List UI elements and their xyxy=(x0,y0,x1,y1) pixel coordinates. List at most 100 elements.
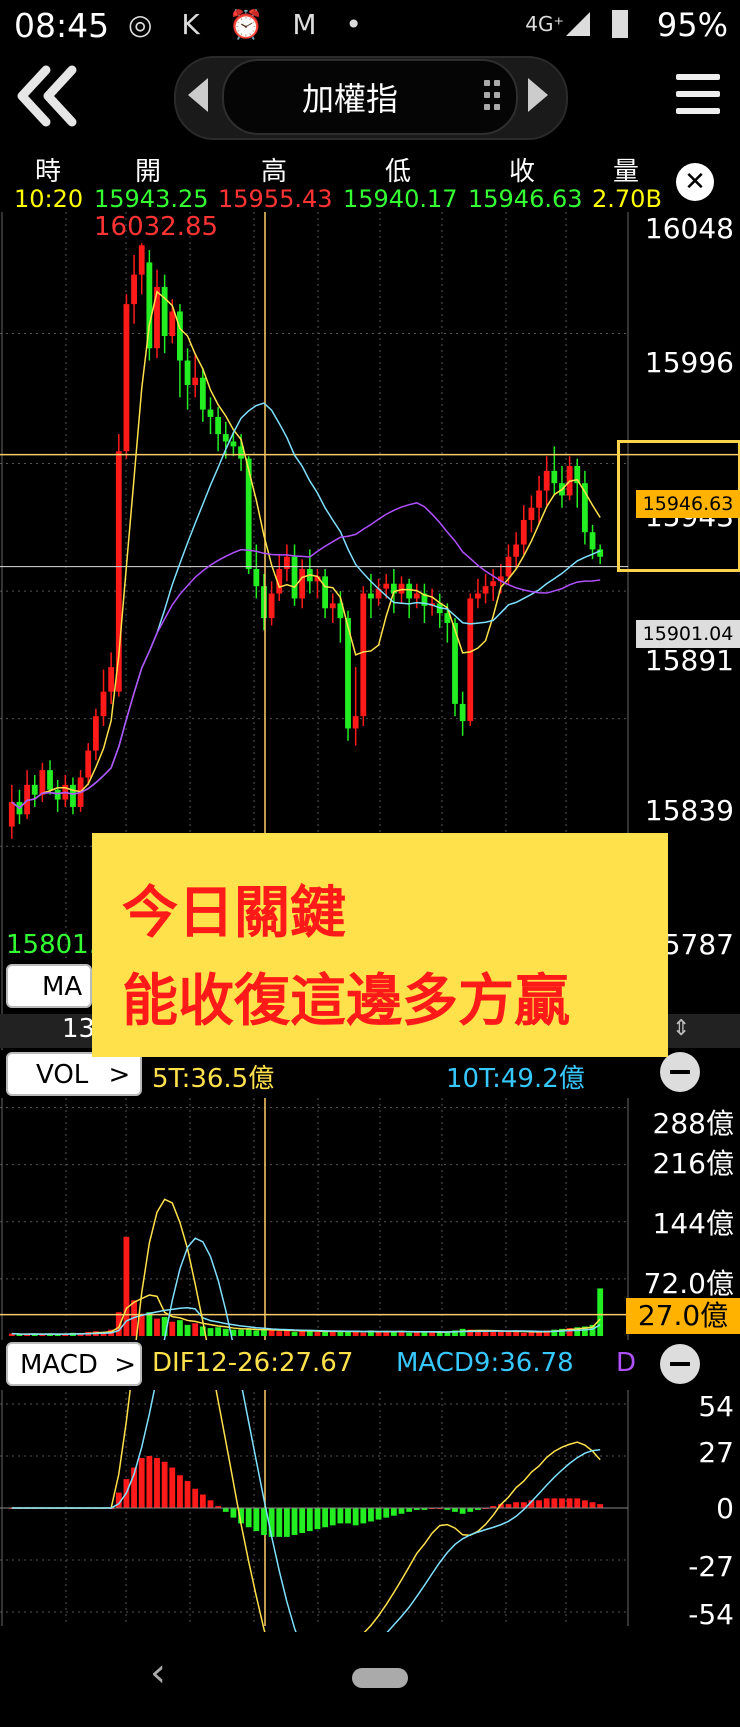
scroll-arrows-icon[interactable]: ⇕ xyxy=(672,1016,690,1041)
volume-bar xyxy=(291,1332,298,1336)
macd-signal: MACD9:36.78 xyxy=(396,1348,574,1378)
macd-bar xyxy=(199,1494,206,1508)
candle-body xyxy=(352,716,359,729)
candle-body xyxy=(268,593,275,619)
macd-bar xyxy=(230,1508,237,1518)
macd-bar xyxy=(329,1508,336,1526)
ma5-line xyxy=(11,290,601,810)
macd-bar xyxy=(360,1508,367,1524)
macd-bar xyxy=(161,1461,168,1508)
volume-bar xyxy=(520,1332,527,1336)
back-button[interactable] xyxy=(10,58,86,134)
macd-tick: 27 xyxy=(698,1436,734,1469)
vol-label-button[interactable]: VOL > xyxy=(6,1052,142,1096)
battery-icon xyxy=(612,10,628,38)
macd-extra: D xyxy=(616,1348,637,1378)
vol-tick: 216億 xyxy=(652,1147,734,1180)
menu-button[interactable] xyxy=(676,72,720,116)
app-header: 加權指 xyxy=(0,50,740,140)
chevron-right-icon: > xyxy=(114,1350,136,1380)
volume-bar xyxy=(459,1328,466,1336)
macd-bar xyxy=(299,1508,306,1534)
ohlc-header-close: 收 xyxy=(508,157,535,187)
candle-body xyxy=(536,490,542,508)
nav-home-pill[interactable] xyxy=(352,1668,408,1688)
macd-tick: 0 xyxy=(716,1492,734,1525)
chevron-right-icon: > xyxy=(108,1060,131,1090)
candle-body xyxy=(597,549,604,557)
candle-body xyxy=(131,274,137,305)
candle-body xyxy=(299,569,306,599)
candle-body xyxy=(154,286,160,349)
vol-ma5: 5T:36.5億 xyxy=(152,1064,275,1094)
candle-body xyxy=(459,703,466,722)
macd-bar xyxy=(306,1508,313,1532)
ma-label-button[interactable]: MA xyxy=(6,964,92,1008)
macd-tick: -54 xyxy=(688,1598,734,1631)
volume-bar xyxy=(253,1330,260,1336)
candle-body xyxy=(528,507,535,520)
candle-body xyxy=(192,377,199,386)
vol-ma10: 10T:49.2億 xyxy=(446,1064,585,1094)
volume-bar xyxy=(154,1318,160,1336)
macd-bar xyxy=(314,1508,321,1530)
prev-symbol-icon[interactable] xyxy=(188,78,208,112)
candle-body xyxy=(222,434,229,442)
candle-body xyxy=(215,416,222,435)
close-icon[interactable]: ✕ xyxy=(676,163,714,201)
macd-bar xyxy=(543,1498,550,1508)
macd-label: MACD xyxy=(20,1350,98,1380)
current-price-tag: 15946.63 xyxy=(636,490,740,518)
status-time: 08:45 xyxy=(14,6,110,45)
macd-dif-line xyxy=(11,1198,601,1632)
macd-bar xyxy=(138,1457,145,1508)
collapse-macd-button[interactable] xyxy=(660,1344,700,1384)
volume-bar xyxy=(436,1332,443,1336)
candle-body xyxy=(490,581,497,587)
volume-bar xyxy=(360,1332,367,1336)
candle-body xyxy=(31,784,38,795)
volume-bar xyxy=(306,1331,313,1336)
vol-tick: 144億 xyxy=(652,1207,734,1240)
nav-back-icon[interactable]: ‹ xyxy=(150,1650,166,1696)
macd-bar xyxy=(345,1508,351,1524)
macd-bar xyxy=(283,1508,290,1537)
collapse-vol-button[interactable] xyxy=(660,1052,700,1092)
ohlc-summary: 時 開 高 低 收 量 10:20 15943.25 15955.43 1594… xyxy=(0,145,740,213)
annotation-line2: 能收復這邊多方贏 xyxy=(122,969,570,1034)
status-notification-icons: ◎ K ⏰ M • xyxy=(128,8,372,41)
price-tick: 15891 xyxy=(644,644,734,677)
candle-body xyxy=(70,784,76,807)
candle-body xyxy=(184,360,191,386)
battery-percent: 95% xyxy=(656,6,728,44)
next-symbol-icon[interactable] xyxy=(528,78,548,112)
candle-body xyxy=(161,286,168,336)
candle-body xyxy=(383,583,390,589)
volume-bar xyxy=(268,1330,275,1336)
macd-bar xyxy=(536,1500,542,1508)
vol-label: VOL xyxy=(36,1060,89,1090)
candle-body xyxy=(322,576,329,609)
ohlc-header-volume: 量 xyxy=(612,157,639,187)
candle-body xyxy=(47,770,53,790)
macd-label-button[interactable]: MACD > xyxy=(6,1342,142,1386)
volume-bar xyxy=(169,1321,176,1336)
macd-bar xyxy=(192,1488,199,1508)
ma-sub-value: 13 xyxy=(62,1014,96,1044)
double-chevron-left-icon xyxy=(17,65,77,127)
macd-bar xyxy=(245,1508,252,1528)
macd-bar xyxy=(383,1508,390,1518)
volume-bar xyxy=(222,1328,229,1336)
macd-bar xyxy=(222,1508,229,1512)
volume-bar xyxy=(406,1332,413,1336)
macd-bar xyxy=(574,1498,581,1508)
volume-bar xyxy=(215,1327,222,1336)
low-label: 15801. xyxy=(6,930,97,960)
macd-bar xyxy=(207,1500,214,1508)
volume-bar xyxy=(261,1329,267,1336)
macd-bar xyxy=(368,1508,374,1522)
macd-bar xyxy=(291,1508,298,1535)
candle-body xyxy=(513,544,520,557)
annotation-line1: 今日關鍵 xyxy=(122,881,346,946)
vol-tick: 72.0億 xyxy=(643,1267,734,1300)
